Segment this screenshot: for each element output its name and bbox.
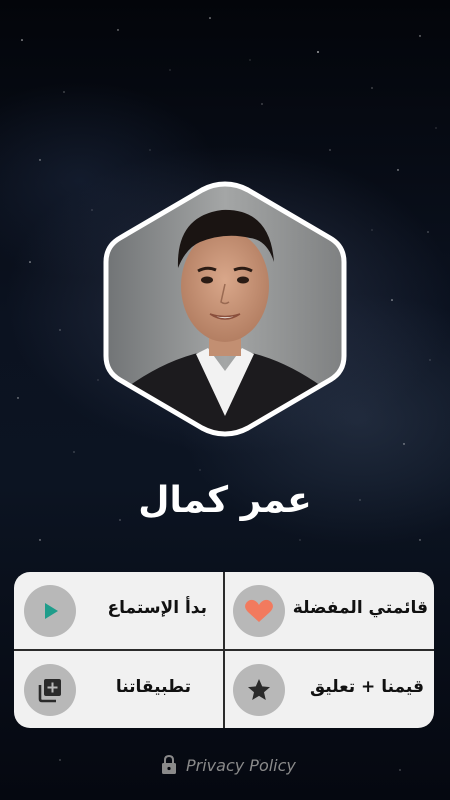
privacy-policy-link[interactable]: Privacy Policy: [160, 752, 296, 778]
start-listening-button[interactable]: بدأ الإستماع: [14, 572, 223, 649]
play-icon: [24, 585, 76, 637]
rate-comment-label: قيمنا + تعليق: [309, 677, 424, 697]
favorites-label: قائمتي المفضلة: [292, 598, 428, 618]
main-menu: قائمتي المفضلة بدأ الإستماع قيمنا + تعلي…: [14, 572, 434, 728]
favorites-button[interactable]: قائمتي المفضلة: [225, 572, 434, 649]
lock-icon: [162, 754, 176, 774]
our-apps-button[interactable]: تطبيقاتنا: [14, 651, 223, 728]
menu-divider-horizontal: [14, 649, 434, 651]
artist-avatar: [92, 176, 358, 442]
rate-comment-button[interactable]: قيمنا + تعليق: [225, 651, 434, 728]
star-icon: [233, 664, 285, 716]
add-to-library-icon: [24, 664, 76, 716]
heart-icon: [233, 585, 285, 637]
artist-name: عمر كمال: [138, 480, 312, 521]
our-apps-label: تطبيقاتنا: [115, 677, 191, 697]
start-listening-label: بدأ الإستماع: [107, 598, 208, 618]
privacy-policy-label: Privacy Policy: [186, 755, 296, 775]
